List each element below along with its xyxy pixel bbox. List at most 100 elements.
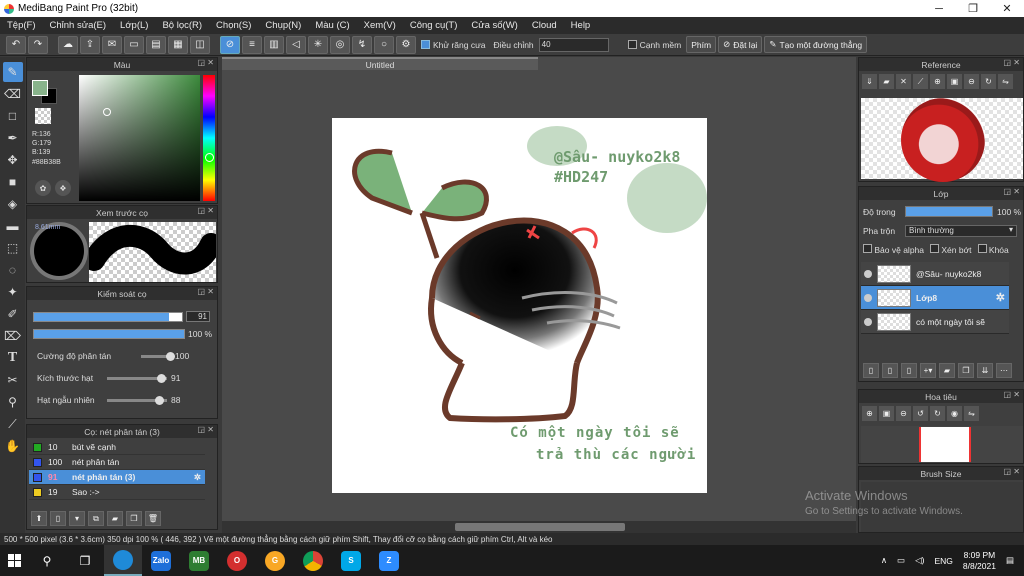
menu-filter[interactable]: Bộ lọc(R) [155,20,209,31]
magic-wand-icon[interactable]: ✦ [3,282,23,302]
close-button[interactable]: ✕ [990,2,1024,15]
opera-icon[interactable]: O [218,545,256,576]
brush-size-value[interactable]: 91 [186,311,210,322]
layer-row[interactable]: có một ngày tôi sẽ [861,310,1009,334]
adjust-input[interactable]: 40 [538,37,609,52]
gradient-tool-icon[interactable]: ▬ [3,216,23,236]
zoom-icon[interactable]: Z [370,545,408,576]
curve-snap-icon[interactable]: ↯ [352,35,372,54]
clip-toggle[interactable]: Xén bớt [930,244,972,255]
zoom-out-icon[interactable]: ⊖ [964,74,979,89]
language-indicator[interactable]: ENG [934,556,952,566]
brush-item[interactable]: 19 Sao :-> [29,485,205,500]
menu-edit[interactable]: Chỉnh sửa(E) [43,20,114,31]
menu-select[interactable]: Chọn(S) [209,20,258,31]
horizontal-scrollbar[interactable] [222,521,856,533]
search-icon[interactable]: ⚲ [28,545,66,576]
menu-tools[interactable]: Công cụ(T) [403,20,465,31]
menu-window[interactable]: Cửa số(W) [464,20,524,31]
eyedropper-icon[interactable]: ⟋ [3,414,23,434]
transparent-swatch[interactable] [35,108,51,124]
brush-item[interactable]: 10 bút vẽ cạnh [29,440,205,455]
more-icon[interactable]: ⋯ [996,363,1012,378]
chrome-icon[interactable] [294,545,332,576]
foreground-swatch-top[interactable] [32,80,48,96]
sv-cursor[interactable] [103,108,111,116]
color-history-icon[interactable]: ❖ [55,180,71,196]
blend-mode-select[interactable]: Bình thường [905,225,1017,237]
reference-image[interactable] [861,98,1023,182]
straight-line-button[interactable]: ✎ Tạo một đường thẳng [764,36,868,53]
menu-file[interactable]: Tệp(F) [0,20,43,31]
add-brush-icon[interactable]: ⬆ [31,511,47,526]
merge-layer-icon[interactable]: ⇊ [977,363,993,378]
panel-close-icon[interactable]: ◲ ✕ [1004,390,1020,399]
brush-item-selected[interactable]: 91 nét phân tán (3) ✲ [29,470,205,485]
move-tool-icon[interactable]: ✥ [3,150,23,170]
pen-tool-icon[interactable]: ✒ [3,128,23,148]
brush-opacity-slider[interactable] [33,329,185,339]
new-layer-1bit-icon[interactable]: ▯ [901,363,917,378]
flip-icon[interactable]: ⇋ [998,74,1013,89]
menu-snap[interactable]: Chụp(N) [258,20,308,31]
eraser-tool-icon[interactable]: ⌫ [3,84,23,104]
close-icon[interactable]: ✕ [896,74,911,89]
add-layer-menu-icon[interactable]: +▾ [920,363,936,378]
brush-size-slider[interactable] [33,311,183,322]
gear-icon[interactable]: ✲ [996,291,1009,304]
rotate-left-icon[interactable]: ↺ [913,406,928,421]
hue-slider[interactable] [203,75,215,201]
panel-close-icon[interactable]: ◲ ✕ [1004,187,1020,196]
protect-alpha-checkbox[interactable] [863,244,872,253]
medibang-app-icon[interactable] [104,545,142,576]
network-icon[interactable]: ▭ [897,555,905,566]
eye-icon[interactable] [864,293,872,302]
circle-snap-icon[interactable]: ◎ [330,35,350,54]
copy-brush-icon[interactable]: ⧉ [88,511,104,526]
eyedropper-icon[interactable]: ⟋ [913,74,928,89]
antialias-checkbox[interactable] [421,40,430,49]
medibang-store-icon[interactable]: MB [180,545,218,576]
layer-row[interactable]: @Sâu- nuyko2k8 [861,262,1009,286]
rotate-icon[interactable]: ↻ [981,74,996,89]
cross-snap-icon[interactable]: ▥ [264,35,284,54]
antialias-toggle[interactable]: Khử răng cưa [418,40,489,50]
parallel-snap-icon[interactable]: ≡ [242,35,262,54]
text-tool-icon[interactable]: T [3,348,23,368]
slider-knob[interactable] [166,351,175,361]
undo-icon[interactable]: ↶ [6,35,26,54]
palette-icon[interactable]: ✿ [35,180,51,196]
lock-checkbox[interactable] [977,244,987,253]
menu-layer[interactable]: Lớp(L) [113,20,155,31]
fill-tool-icon[interactable]: ◈ [3,194,23,214]
new-layer-8bit-icon[interactable]: ▯ [882,363,898,378]
navigator-thumbnail[interactable] [861,426,1023,463]
dot-tool-icon[interactable]: □ [3,106,23,126]
eye-icon[interactable] [864,317,872,326]
shape-tool-icon[interactable]: ■ [3,172,23,192]
zoom-in-icon[interactable]: ⊕ [930,74,945,89]
chevron-up-icon[interactable]: ∧ [881,555,887,566]
start-button[interactable] [0,545,28,576]
panel-close-icon[interactable]: ◲ ✕ [1004,58,1020,67]
panel-close-icon[interactable]: ◲ ✕ [198,287,214,296]
grid-icon[interactable]: ▦ [168,35,188,54]
select-pen-icon[interactable]: ✐ [3,304,23,324]
hand-tool-icon[interactable]: ✋ [3,436,23,456]
brush-item[interactable]: 100 nét phân tán [29,455,205,470]
settings-icon[interactable]: ⚙ [396,35,416,54]
zalo-app-icon[interactable]: Zalo [142,545,180,576]
fit-icon[interactable]: ▣ [879,406,894,421]
slider-knob[interactable] [154,395,164,405]
folder-icon[interactable]: ▰ [107,511,123,526]
snap-off-icon[interactable]: ⊘ [220,35,240,54]
trash-icon[interactable]: 🗑 [145,511,161,526]
eye-icon[interactable] [864,269,872,278]
maximize-button[interactable]: ❐ [956,2,990,15]
clip-checkbox[interactable] [930,244,939,253]
layout-icon[interactable]: ◫ [190,35,210,54]
folder-icon[interactable]: ▰ [939,363,955,378]
task-view-icon[interactable]: ❐ [66,545,104,576]
panel-close-icon[interactable]: ◲ ✕ [1004,467,1020,476]
select-eraser-icon[interactable]: ⌦ [3,326,23,346]
